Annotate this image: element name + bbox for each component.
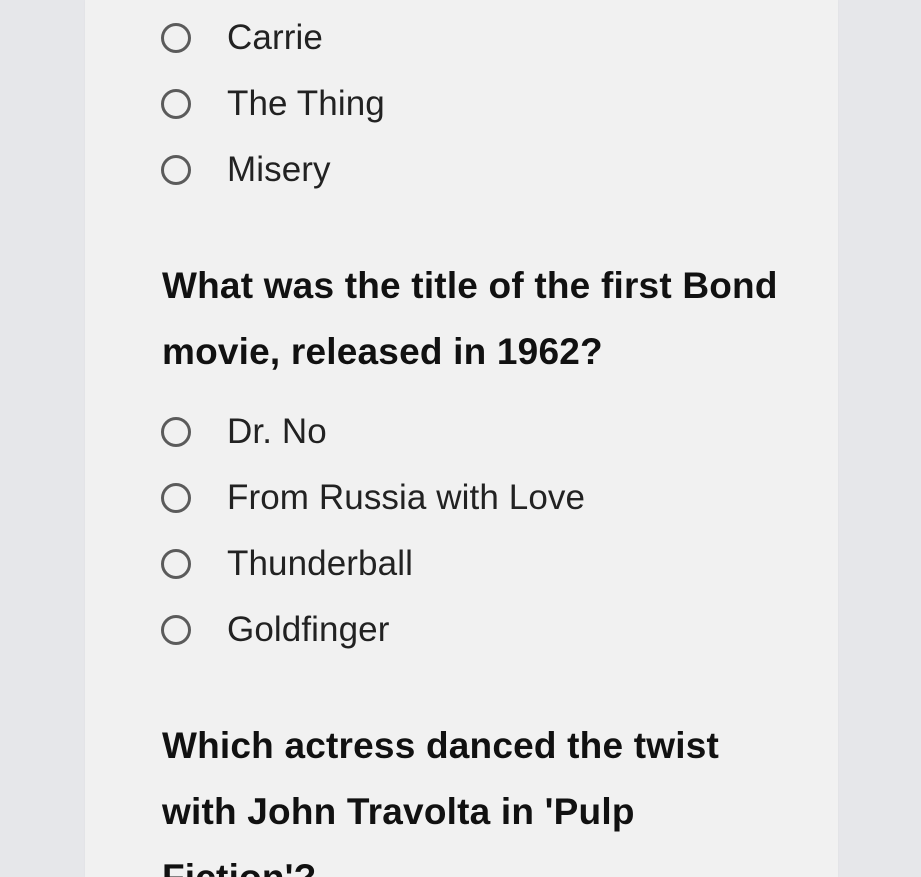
option-label: From Russia with Love [227, 478, 586, 517]
radio-unselected-icon[interactable] [161, 23, 191, 53]
page-margin-left [0, 0, 85, 877]
radio-unselected-icon[interactable] [161, 89, 191, 119]
quiz-form-card: Carrie The Thing Misery What was the tit… [85, 0, 838, 877]
option-label: Misery [227, 150, 331, 189]
radio-unselected-icon[interactable] [161, 549, 191, 579]
radio-unselected-icon[interactable] [161, 615, 191, 645]
option-from-russia-with-love[interactable]: From Russia with Love [161, 478, 585, 518]
option-label: The Thing [227, 84, 385, 123]
question-title: What was the title of the first Bond mov… [162, 265, 778, 372]
option-dr-no[interactable]: Dr. No [161, 412, 327, 452]
radio-unselected-icon[interactable] [161, 417, 191, 447]
option-label: Thunderball [227, 544, 413, 583]
option-thunderball[interactable]: Thunderball [161, 544, 413, 584]
radio-unselected-icon[interactable] [161, 155, 191, 185]
option-label: Goldfinger [227, 610, 390, 649]
radio-unselected-icon[interactable] [161, 483, 191, 513]
option-label: Carrie [227, 18, 323, 57]
option-misery[interactable]: Misery [161, 150, 331, 190]
question-title: Which actress danced the twist with John… [162, 725, 720, 877]
option-label: Dr. No [227, 412, 327, 451]
option-goldfinger[interactable]: Goldfinger [161, 610, 389, 650]
page-margin-right [838, 0, 921, 877]
option-the-thing[interactable]: The Thing [161, 84, 385, 124]
option-carrie[interactable]: Carrie [161, 18, 323, 58]
